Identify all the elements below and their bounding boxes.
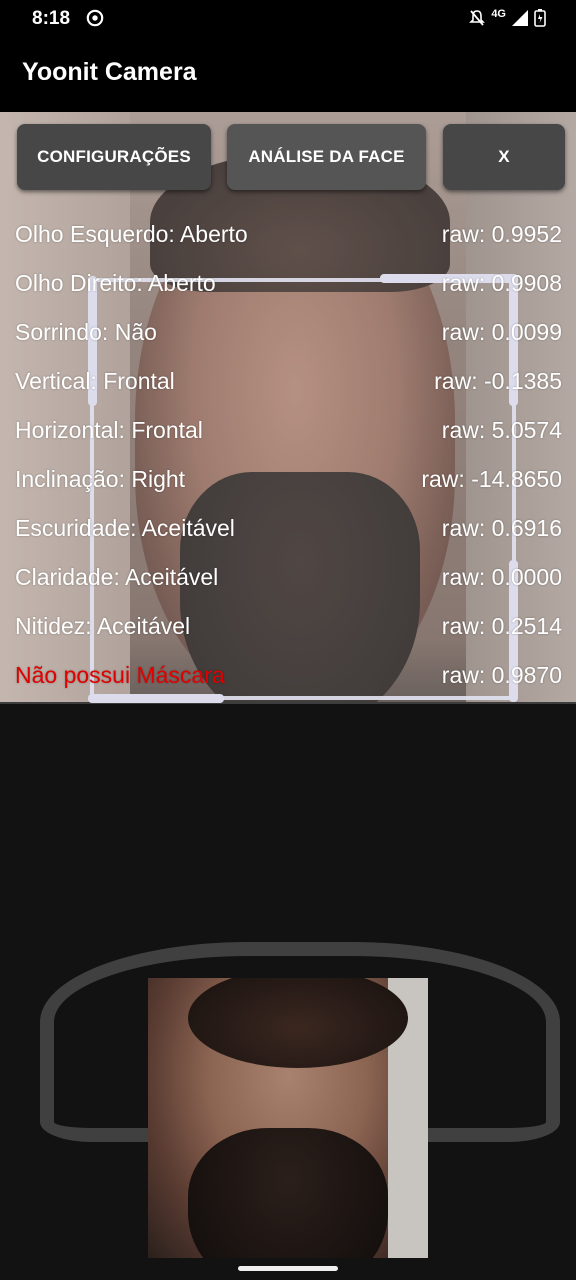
metric-raw-value: raw: 0.2514 (441, 613, 562, 639)
metric-label: Vertical: Frontal (15, 368, 175, 394)
metric-sharpness: Nitidez: Aceitável raw: 0.2514 (0, 602, 576, 651)
metric-raw-value: raw: 0.6916 (441, 515, 562, 541)
metric-label: Horizontal: Frontal (15, 417, 203, 443)
gesture-nav-handle[interactable] (238, 1266, 338, 1271)
metric-darkness: Escuridade: Aceitável raw: 0.6916 (0, 504, 576, 553)
metric-lightness: Claridade: Aceitável raw: 0.0000 (0, 553, 576, 602)
metric-raw-value: raw: 0.9870 (441, 662, 562, 688)
metric-smiling: Sorrindo: Não raw: 0.0099 (0, 308, 576, 357)
metric-mask: Não possui Máscara raw: 0.9870 (0, 651, 576, 700)
app-bar: Yoonit Camera (0, 38, 576, 112)
network-type: 4G (491, 8, 506, 20)
metric-raw-value: raw: -14.8650 (421, 466, 562, 492)
metric-left-eye: Olho Esquerdo: Aberto raw: 0.9952 (0, 210, 576, 259)
metric-label: Não possui Máscara (15, 662, 225, 688)
status-icons: 4G (469, 6, 546, 30)
notifications-off-icon (469, 10, 486, 26)
signal-icon (512, 10, 528, 26)
metric-label: Olho Esquerdo: Aberto (15, 221, 248, 247)
metric-raw-value: raw: -0.1385 (434, 368, 562, 394)
metric-label: Escuridade: Aceitável (15, 515, 235, 541)
metric-label: Sorrindo: Não (15, 319, 157, 345)
app-title: Yoonit Camera (22, 58, 197, 86)
metric-vertical: Vertical: Frontal raw: -0.1385 (0, 357, 576, 406)
close-button[interactable]: X (443, 124, 565, 190)
metric-raw-value: raw: 0.0099 (441, 319, 562, 345)
metric-label: Claridade: Aceitável (15, 564, 219, 590)
face-metrics-list: Olho Esquerdo: Aberto raw: 0.9952 Olho D… (0, 210, 576, 700)
status-bar: 8:18 4G (0, 0, 576, 38)
metric-raw-value: raw: 0.0000 (441, 564, 562, 590)
metric-right-eye: Olho Direito: Aberto raw: 0.9908 (0, 259, 576, 308)
metric-label: Inclinação: Right (15, 466, 186, 492)
thumbnail-beard (188, 1128, 388, 1258)
metric-label: Nitidez: Aceitável (15, 613, 191, 639)
metric-horizontal: Horizontal: Frontal raw: 5.0574 (0, 406, 576, 455)
metric-raw-value: raw: 0.9908 (441, 270, 562, 296)
thumbnail-hair (188, 978, 408, 1068)
captured-face-thumbnail (148, 978, 428, 1258)
metric-raw-value: raw: 0.9952 (441, 221, 562, 247)
do-not-disturb-icon (86, 9, 104, 27)
metric-tilt: Inclinação: Right raw: -14.8650 (0, 455, 576, 504)
metric-label: Olho Direito: Aberto (15, 270, 216, 296)
metric-raw-value: raw: 5.0574 (441, 417, 562, 443)
status-time: 8:18 (32, 8, 71, 29)
settings-button[interactable]: CONFIGURAÇÕES (17, 124, 211, 190)
face-analysis-button[interactable]: ANÁLISE DA FACE (227, 124, 426, 190)
battery-icon (534, 9, 546, 27)
